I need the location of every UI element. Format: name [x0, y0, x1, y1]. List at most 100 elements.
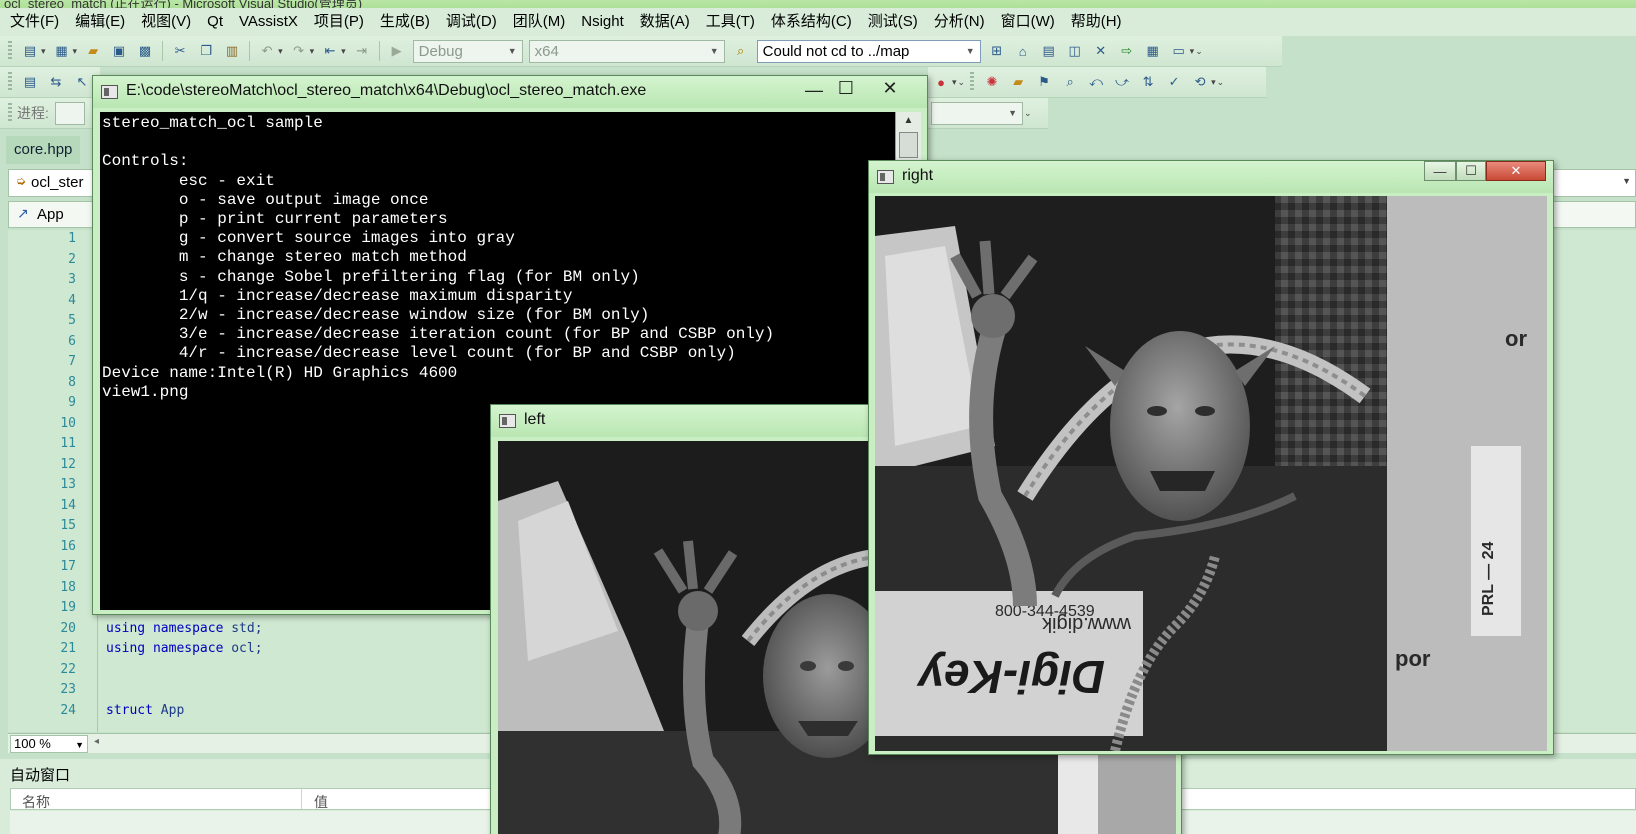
line-number: 15 — [60, 518, 76, 533]
console-title-bar[interactable]: E:\code\stereoMatch\ocl_stereo_match\x64… — [93, 76, 927, 108]
open-file-icon[interactable]: ▰ — [83, 41, 103, 61]
navigate-backward-icon[interactable]: ⇤ — [320, 41, 340, 61]
menu-item[interactable]: 团队(M) — [505, 8, 574, 36]
menu-item[interactable]: VAssistX — [231, 8, 306, 36]
step-out-icon[interactable]: ⇅ — [1138, 72, 1158, 92]
chevron-down-icon[interactable]: ▼ — [1622, 176, 1631, 186]
vs-title-text: ocl_stereo_match (正在运行) - Microsoft Visu… — [4, 0, 363, 8]
solution-configuration-combo[interactable]: Debug ▼ — [412, 39, 523, 63]
tab-core-hpp[interactable]: core.hpp — [6, 136, 81, 164]
redo-icon[interactable]: ↷ — [289, 41, 309, 61]
undo-icon[interactable]: ↶ — [257, 41, 277, 61]
add-item-icon[interactable]: ▦ — [52, 41, 72, 61]
line-number: 2 — [68, 251, 76, 267]
line-number: 13 — [60, 477, 76, 492]
properties-icon[interactable]: ▤ — [1039, 41, 1059, 61]
toolbar-grip[interactable] — [8, 41, 12, 61]
copy-icon[interactable]: ❐ — [196, 41, 216, 61]
menu-item[interactable]: 工具(T) — [698, 8, 763, 36]
menu-item[interactable]: Nsight — [573, 8, 632, 36]
minimize-button[interactable]: — — [1424, 161, 1456, 181]
menu-item[interactable]: 数据(A) — [632, 8, 698, 36]
find-references-icon[interactable]: ⌕ — [1060, 72, 1080, 92]
stack-frame-combo[interactable]: ▼ — [931, 101, 1023, 125]
toolbar-overflow-icon-2[interactable]: ⌄ — [958, 77, 966, 88]
menu-item[interactable]: 调试(D) — [438, 8, 505, 36]
right-stereo-image: www.digik 800-344-4539 Digi-Key or por P… — [875, 196, 1547, 751]
find-icon[interactable]: ⊞ — [987, 41, 1007, 61]
new-project-icon[interactable]: ▤ — [20, 41, 40, 61]
menu-item[interactable]: 项目(P) — [306, 8, 372, 36]
line-number: 3 — [68, 272, 76, 287]
line-number: 5 — [68, 313, 76, 328]
object-browser-icon[interactable]: ◫ — [1065, 41, 1085, 61]
next-bookmark-icon[interactable]: ⤻ — [1112, 72, 1132, 92]
process-combo[interactable] — [54, 101, 85, 125]
menu-item[interactable]: 测试(S) — [860, 8, 926, 36]
label-por: por — [1395, 646, 1431, 671]
class-view-icon[interactable]: ▤ — [20, 72, 40, 92]
maximize-button[interactable]: ☐ — [1456, 161, 1486, 181]
solution-platform-value: x64 — [534, 42, 559, 60]
code-line[interactable]: using namespace ocl; — [106, 641, 263, 656]
toolbox-icon[interactable]: ✕ — [1091, 41, 1111, 61]
menu-item[interactable]: 编辑(E) — [67, 8, 133, 36]
scrollbar-thumb[interactable] — [899, 132, 918, 158]
toolbar-overflow-icon-4[interactable]: ⌄ — [1024, 108, 1032, 119]
column-header-value[interactable]: 值 — [314, 792, 328, 812]
menu-item[interactable]: 体系结构(C) — [763, 8, 860, 36]
line-number: 23 — [60, 682, 76, 697]
line-number: 10 — [60, 415, 76, 431]
menu-item[interactable]: 生成(B) — [372, 8, 438, 36]
menu-item[interactable]: 帮助(H) — [1063, 8, 1130, 36]
menu-item[interactable]: 视图(V) — [133, 8, 199, 36]
right-title-bar[interactable]: right — ☐ ✕ — [869, 161, 1553, 193]
console-line: s - change Sobel prefiltering flag (for … — [102, 267, 640, 286]
save-all-icon[interactable]: ▩ — [135, 41, 155, 61]
code-text: ocl; — [223, 641, 263, 656]
bookmark-icon[interactable]: ▰ — [1008, 72, 1028, 92]
right-image-window[interactable]: right — ☐ ✕ www.digik 800-344-4539 Digi-… — [868, 160, 1554, 755]
scroll-up-icon[interactable]: ▲ — [896, 112, 921, 130]
scroll-left-icon[interactable]: ◂ — [94, 736, 99, 747]
stop-icon[interactable]: ● — [931, 72, 951, 92]
close-button[interactable]: ✕ — [873, 78, 907, 98]
pointer-icon[interactable]: ↖ — [72, 72, 92, 92]
find-in-files-icon[interactable]: ⌕ — [731, 41, 751, 61]
start-page-icon[interactable]: ⇨ — [1117, 41, 1137, 61]
breakpoint-icon[interactable]: ✺ — [982, 72, 1002, 92]
previous-bookmark-icon[interactable]: ⤺ — [1086, 72, 1106, 92]
start-debugging-icon[interactable]: ▶ — [387, 41, 407, 61]
spell-check-icon[interactable]: ✓ — [1164, 72, 1184, 92]
toolbar-overflow-icon[interactable]: ⌄ — [1195, 46, 1203, 57]
column-header-name[interactable]: 名称 — [22, 792, 50, 812]
label-or: or — [1505, 326, 1527, 351]
extension-manager-icon[interactable]: ▦ — [1143, 41, 1163, 61]
minimize-button[interactable]: — — [799, 80, 829, 100]
menu-item[interactable]: Qt — [199, 8, 231, 36]
code-keyword: using namespace — [106, 641, 224, 656]
console-line: 4/r - increase/decrease level count (for… — [102, 344, 736, 363]
code-line[interactable]: struct App — [106, 703, 184, 718]
code-line[interactable]: using namespace std; — [106, 621, 263, 636]
zoom-combo[interactable]: 100 % ▼ — [10, 735, 88, 753]
go-to-definition-icon[interactable]: ⚑ — [1034, 72, 1054, 92]
toolbar-overflow-icon-3[interactable]: ⌄ — [1217, 77, 1225, 88]
maximize-button[interactable]: ☐ — [831, 78, 861, 98]
solution-explorer-icon[interactable]: ⌂ — [1013, 41, 1033, 61]
menu-item[interactable]: 窗口(W) — [993, 8, 1063, 36]
navigate-forward-icon[interactable]: ⇥ — [352, 41, 372, 61]
save-icon[interactable]: ▣ — [109, 41, 129, 61]
find-combo[interactable]: Could not cd to ../map ▼ — [756, 39, 981, 63]
call-hierarchy-icon[interactable]: ⇆ — [46, 72, 66, 92]
toolbar-grip-2[interactable] — [8, 72, 12, 92]
paste-icon[interactable]: ▥ — [222, 41, 242, 61]
close-button[interactable]: ✕ — [1486, 161, 1546, 181]
cut-icon[interactable]: ✂ — [170, 41, 190, 61]
solution-platform-combo[interactable]: x64 ▼ — [528, 39, 725, 63]
command-window-icon[interactable]: ▭ — [1169, 41, 1189, 61]
refactor-icon[interactable]: ⟲ — [1190, 72, 1210, 92]
menu-item[interactable]: 文件(F) — [2, 8, 67, 36]
menu-item[interactable]: 分析(N) — [926, 8, 993, 36]
class-arrow-icon: ↗ — [17, 205, 29, 221]
